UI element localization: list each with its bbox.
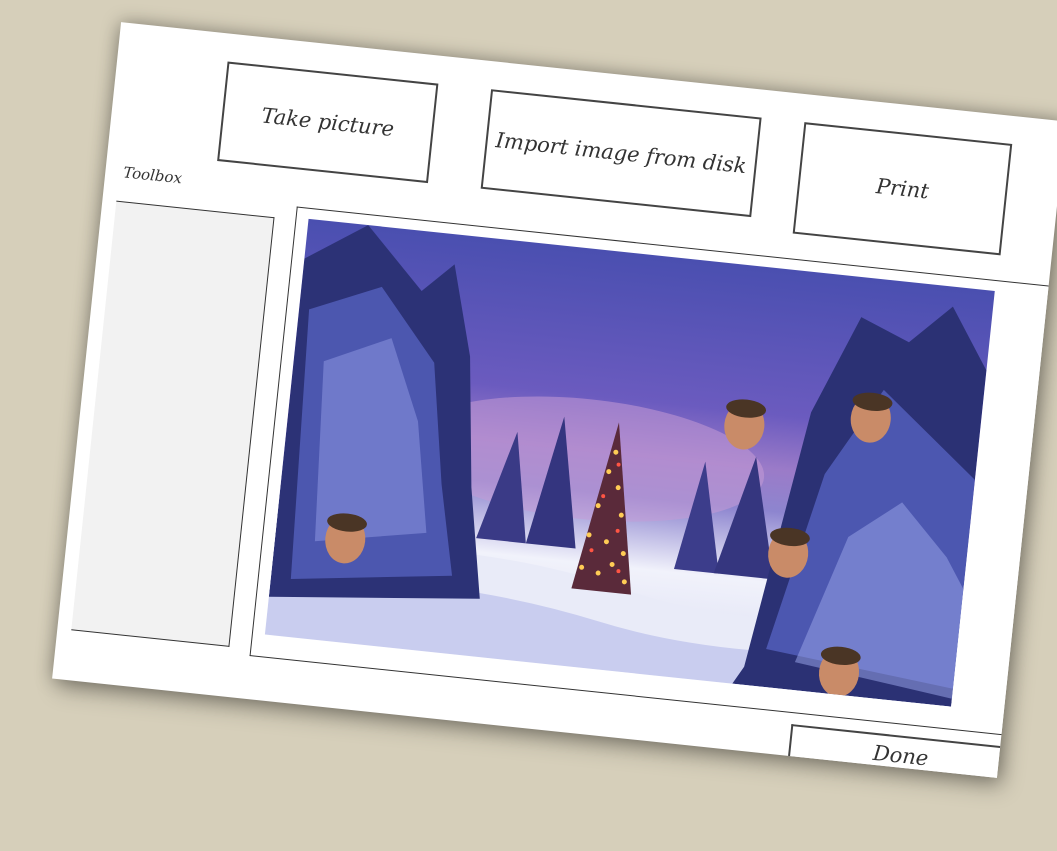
print-button[interactable]: Print (792, 122, 1013, 256)
import-image-button[interactable]: Import image from disk (480, 89, 762, 218)
toolbox-label: Toolbox (122, 163, 183, 188)
image-canvas (249, 206, 1057, 740)
take-picture-button[interactable]: Take picture (217, 61, 439, 184)
winter-photo (264, 218, 995, 707)
toolbox-panel (71, 200, 275, 647)
wireframe-sheet: Take picture Import image from disk Prin… (52, 22, 1057, 778)
